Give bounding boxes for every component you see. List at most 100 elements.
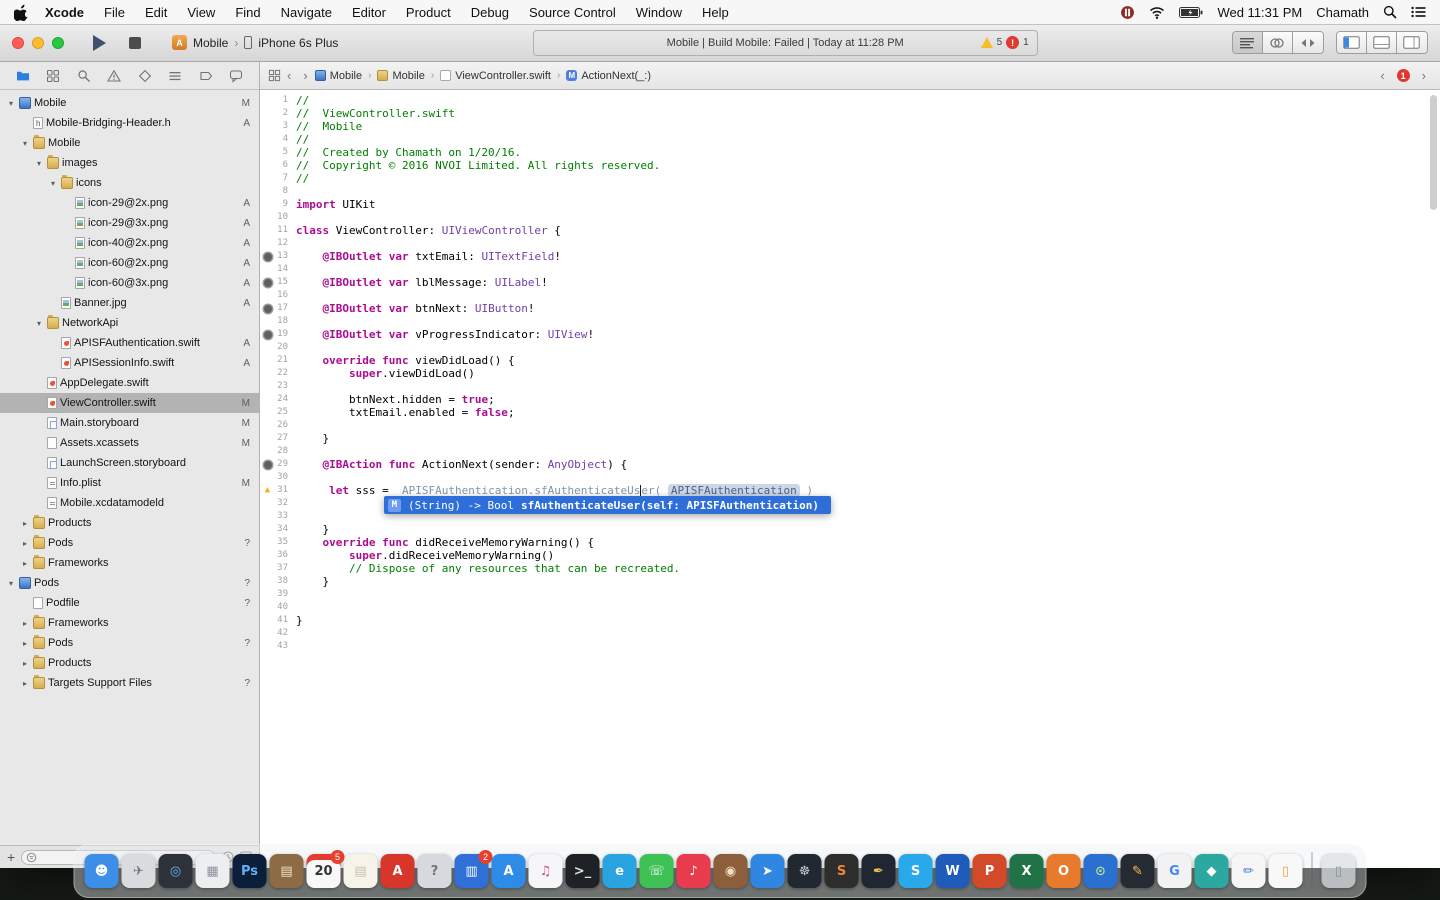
code-line[interactable]: 18 [260, 315, 1440, 328]
dock-dictionary[interactable]: ▥ 2 [454, 850, 493, 888]
dock-teal-app[interactable]: ◆ [1194, 854, 1229, 888]
breadcrumb-mobile[interactable]: Mobile [314, 70, 362, 82]
dock-powerpoint[interactable]: P [972, 854, 1007, 888]
run-button[interactable] [86, 31, 112, 55]
toggle-utilities-button[interactable] [1396, 32, 1427, 53]
code-line[interactable]: 34 } [260, 523, 1440, 536]
dock-word[interactable]: W [935, 854, 970, 888]
code-line[interactable]: 42 [260, 627, 1440, 640]
code-line[interactable]: 37 // Dispose of any resources that can … [260, 562, 1440, 575]
code-line[interactable]: 12 [260, 237, 1440, 250]
sidebar-item-mobile[interactable]: ▾ Mobile M [0, 93, 259, 113]
code-line[interactable]: 26 [260, 419, 1440, 432]
dock-terminal[interactable]: >_ [565, 854, 600, 888]
spotlight-icon[interactable] [1383, 5, 1397, 19]
disclosure-closed-icon[interactable]: ▸ [20, 639, 30, 648]
dock-excel[interactable]: X [1009, 854, 1044, 888]
code-line[interactable]: 39 [260, 588, 1440, 601]
dock-notes[interactable]: ▤ [343, 854, 378, 888]
autocomplete-popup[interactable]: M (String) -> Bool sfAuthenticateUser(se… [384, 496, 831, 514]
menu-file[interactable]: File [104, 5, 125, 20]
menu-debug[interactable]: Debug [471, 5, 509, 20]
code-line[interactable]: 41} [260, 614, 1440, 627]
code-line[interactable]: 6 // Copyright © 2016 NVOI Limited. All r… [260, 159, 1440, 172]
dock-photos[interactable]: ◎ [158, 854, 193, 888]
disclosure-closed-icon[interactable]: ▸ [20, 519, 30, 528]
code-line[interactable]: 36 super.didReceiveMemoryWarning() [260, 549, 1440, 562]
next-issue-button[interactable]: › [1422, 69, 1426, 82]
sidebar-item-frameworks[interactable]: ▸ Frameworks [0, 613, 259, 633]
dock-skype[interactable]: S [898, 854, 933, 888]
code-line[interactable]: 15 @IBOutlet var lblMessage: UILabel! [260, 276, 1440, 289]
code-line[interactable]: 35 override func didReceiveMemoryWarning… [260, 536, 1440, 549]
code-line[interactable]: 17 @IBOutlet var btnNext: UIButton! [260, 302, 1440, 315]
dock-safari[interactable]: ➤ [750, 854, 785, 888]
code-line[interactable]: 11 class ViewController: UIViewController… [260, 224, 1440, 237]
standard-editor-button[interactable] [1232, 32, 1263, 53]
sidebar-item-main-storyboard[interactable]: Main.storyboard M [0, 413, 259, 433]
dock-calendar[interactable]: 20 5 [306, 850, 345, 888]
code-line[interactable]: 14 [260, 263, 1440, 276]
sidebar-item-icon-60-2x-png[interactable]: icon-60@2x.png A [0, 253, 259, 273]
disclosure-open-icon[interactable]: ▾ [6, 579, 16, 588]
editor-scrollbar[interactable] [1430, 95, 1437, 210]
go-back-button[interactable]: ‹ [287, 69, 291, 82]
disclosure-open-icon[interactable]: ▾ [34, 159, 44, 168]
sidebar-item-appdelegate-swift[interactable]: AppDelegate.swift [0, 373, 259, 393]
sidebar-item-banner-jpg[interactable]: Banner.jpg A [0, 293, 259, 313]
tab-debug-navigator[interactable] [168, 69, 182, 83]
sidebar-item-apisfauthentication-swift[interactable]: APISFAuthentication.swift A [0, 333, 259, 353]
sidebar-item-targets-support-files[interactable]: ▸ Targets Support Files? [0, 673, 259, 693]
disclosure-open-icon[interactable]: ▾ [48, 179, 58, 188]
parallels-icon[interactable] [1120, 5, 1135, 20]
tab-report-navigator[interactable] [229, 69, 243, 83]
code-line[interactable]: 30 [260, 471, 1440, 484]
code-line[interactable]: 29 @IBAction func ActionNext(sender: Any… [260, 458, 1440, 471]
sidebar-item-apisessioninfo-swift[interactable]: APISessionInfo.swift A [0, 353, 259, 373]
breadcrumb-actionnext[interactable]: M ActionNext(_:) [566, 70, 651, 82]
code-line[interactable]: 16 [260, 289, 1440, 302]
code-line[interactable]: 3 // Mobile [260, 120, 1440, 133]
dock-facetime[interactable]: ☏ [639, 854, 674, 888]
code-line[interactable]: 13 @IBOutlet var txtEmail: UITextField! [260, 250, 1440, 263]
code-line[interactable]: 25 txtEmail.enabled = false; [260, 406, 1440, 419]
sidebar-item-images[interactable]: ▾ images [0, 153, 259, 173]
menu-navigate[interactable]: Navigate [281, 5, 332, 20]
disclosure-closed-icon[interactable]: ▸ [20, 559, 30, 568]
related-items-icon[interactable] [268, 69, 281, 82]
wifi-icon[interactable] [1149, 6, 1165, 19]
scheme-selector[interactable]: A Mobile › iPhone 6s Plus [172, 35, 338, 50]
go-forward-button[interactable]: › [303, 69, 307, 82]
dock-itunes[interactable]: ♫ [528, 854, 563, 888]
dock-firefox[interactable]: O [1046, 854, 1081, 888]
sidebar-item-podfile[interactable]: Podfile? [0, 593, 259, 613]
sidebar-item-icon-29-2x-png[interactable]: icon-29@2x.png A [0, 193, 259, 213]
connection-well-icon[interactable] [264, 252, 272, 261]
menu-find[interactable]: Find [235, 5, 260, 20]
dock-helm[interactable]: ☸ [787, 854, 822, 888]
disclosure-closed-icon[interactable]: ▸ [20, 659, 30, 668]
zoom-button[interactable] [52, 36, 64, 49]
line-warning-icon[interactable]: ▲ [263, 486, 272, 495]
sidebar-item-assets-xcassets[interactable]: Assets.xcassets M [0, 433, 259, 453]
tab-issue-navigator[interactable] [107, 69, 122, 83]
sidebar-item-mobile-xcdatamodeld[interactable]: Mobile.xcdatamodeld [0, 493, 259, 513]
code-line[interactable]: 5 // Created by Chamath on 1/20/16. [260, 146, 1440, 159]
tab-find-navigator[interactable] [77, 69, 91, 83]
sidebar-item-networkapi[interactable]: ▾ NetworkApi [0, 313, 259, 333]
sidebar-item-launchscreen-storyboard[interactable]: LaunchScreen.storyboard [0, 453, 259, 473]
menu-product[interactable]: Product [406, 5, 451, 20]
code-line[interactable]: 23 [260, 380, 1440, 393]
disclosure-open-icon[interactable]: ▾ [6, 99, 16, 108]
sidebar-item-pods[interactable]: ▸ Pods? [0, 533, 259, 553]
active-app-name[interactable]: Xcode [45, 5, 84, 20]
version-editor-button[interactable] [1292, 32, 1323, 53]
menu-bar-clock[interactable]: Wed 11:31 PM [1217, 5, 1302, 20]
menu-edit[interactable]: Edit [145, 5, 167, 20]
dock-red-app[interactable]: A [380, 854, 415, 888]
stop-button[interactable] [122, 31, 148, 55]
dock-pen[interactable]: ✎ [1120, 854, 1155, 888]
code-line[interactable]: 20 [260, 341, 1440, 354]
code-line[interactable]: 1 // [260, 94, 1440, 107]
battery-icon[interactable] [1179, 6, 1203, 19]
